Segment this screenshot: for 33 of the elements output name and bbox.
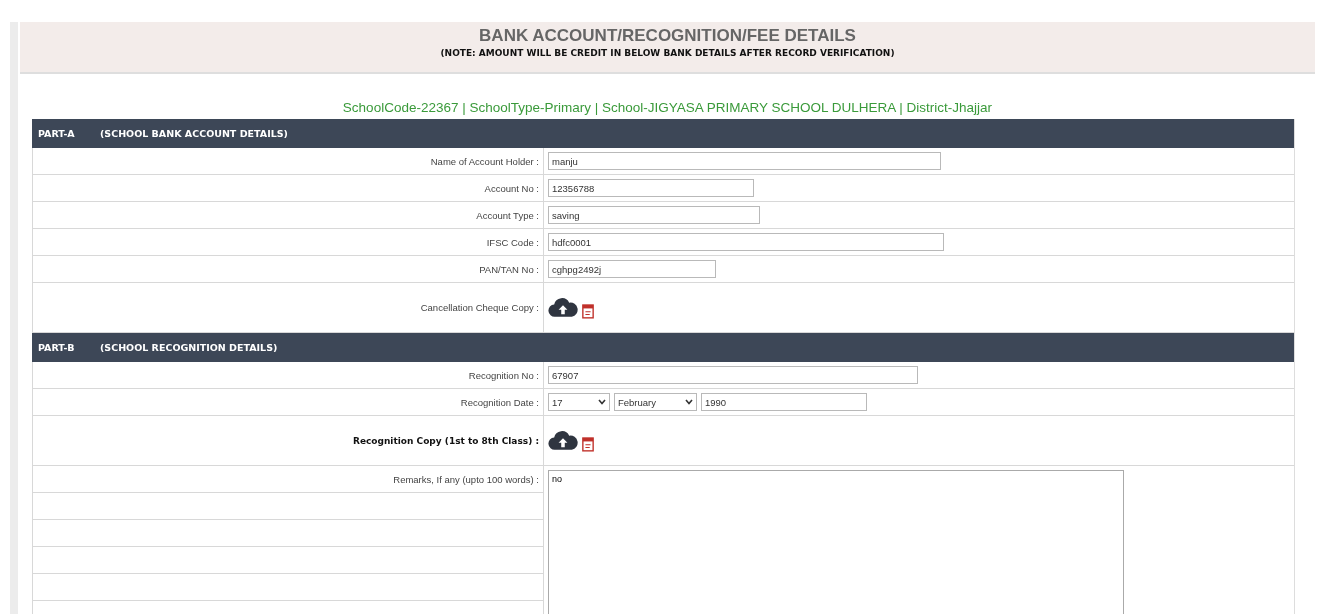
part-label: PART-B — [38, 342, 76, 353]
input-field[interactable]: 12356788 — [548, 179, 754, 197]
pdf-icon[interactable] — [582, 435, 594, 452]
month-select[interactable]: February — [614, 393, 697, 411]
caret-icon — [685, 399, 693, 405]
field-label: Recognition Date : — [460, 396, 539, 408]
field-label: Recognition No : — [468, 369, 539, 381]
field-label: Account Type : — [476, 209, 539, 221]
input-field[interactable]: manju — [548, 152, 941, 170]
field-label: Cancellation Cheque Copy : — [420, 302, 539, 313]
field-label: PAN/TAN No : — [479, 263, 539, 275]
upload-icon[interactable] — [548, 296, 578, 319]
part-label: PART-A — [38, 128, 76, 139]
field-label: Name of Account Holder : — [430, 155, 539, 167]
school-info: SchoolCode-22367 | SchoolType-Primary | School-JIGYASA PRIMARY SCHOOL DULHERA | District-Jhajjar — [341, 100, 994, 115]
day-select[interactable]: 17 — [548, 393, 610, 411]
page-title: BANK ACCOUNT/RECOGNITION/FEE DETAILS — [478, 26, 857, 46]
field-label: IFSC Code : — [486, 236, 539, 248]
field-label: Recognition Copy (1st to 8th Class) : — [352, 435, 539, 446]
input-field[interactable]: hdfc0001 — [548, 233, 944, 251]
caret-icon — [598, 399, 606, 405]
remarks-field[interactable]: no — [548, 470, 1124, 614]
field-label: Account No : — [484, 182, 539, 194]
field-label: Remarks, If any (upto 100 words) : — [393, 473, 539, 485]
section-title: (SCHOOL RECOGNITION DETAILS) — [100, 342, 278, 353]
note-text: (NOTE: AMOUNT WILL BE CREDIT IN BELOW BANK DETAILS AFTER RECORD VERIFICATION) — [439, 48, 896, 58]
section-title: (SCHOOL BANK ACCOUNT DETAILS) — [100, 128, 288, 139]
year-field[interactable]: 1990 — [701, 393, 867, 411]
input-field[interactable]: cghpg2492j — [548, 260, 716, 278]
input-field[interactable]: 67907 — [548, 366, 918, 384]
pdf-icon[interactable] — [582, 302, 594, 319]
input-field[interactable]: saving — [548, 206, 760, 224]
upload-icon[interactable] — [548, 429, 578, 452]
